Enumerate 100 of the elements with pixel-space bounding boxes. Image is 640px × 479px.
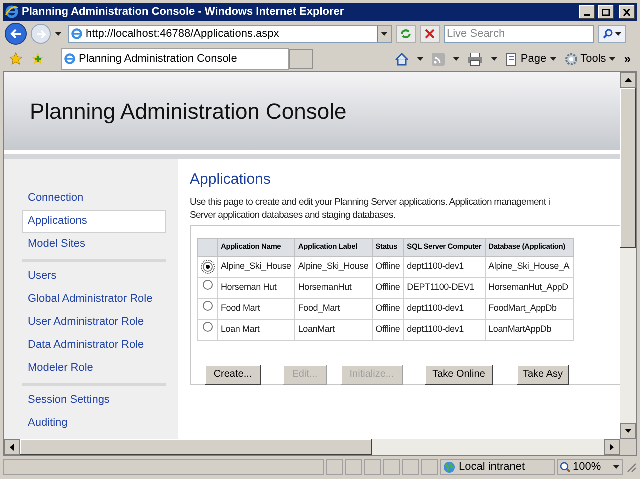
status-pane bbox=[383, 459, 400, 475]
table-cell: Alpine_Ski_House_A bbox=[485, 256, 574, 277]
action-button[interactable]: Create... bbox=[205, 364, 261, 384]
sidebar-link[interactable]: Data Administrator Role bbox=[22, 334, 166, 357]
sidebar-link[interactable]: Global Administrator Role bbox=[22, 288, 166, 311]
zoom-control[interactable]: 100% bbox=[557, 459, 623, 475]
close-icon bbox=[623, 8, 631, 16]
scroll-thumb[interactable] bbox=[620, 88, 636, 248]
home-icon[interactable] bbox=[394, 52, 409, 66]
table-cell: Offline bbox=[372, 256, 404, 277]
search-button[interactable] bbox=[598, 25, 626, 43]
table-cell: HorsemanHut bbox=[294, 277, 372, 298]
minimize-button[interactable] bbox=[579, 5, 595, 19]
row-radio[interactable] bbox=[202, 301, 212, 312]
star-icon[interactable] bbox=[9, 52, 23, 66]
left-arrow-icon bbox=[10, 444, 14, 450]
table-cell: Horseman Hut bbox=[218, 277, 295, 298]
tab-label: Planning Administration Console bbox=[79, 52, 238, 67]
browser-tab[interactable]: Planning Administration Console bbox=[61, 48, 289, 70]
table-cell: Offline bbox=[372, 319, 404, 340]
table-cell: dept1100-dev1 bbox=[404, 298, 486, 319]
table-cell: Alpine_Ski_House bbox=[218, 256, 295, 277]
close-button[interactable] bbox=[619, 5, 635, 19]
address-field[interactable]: http://localhost:46788/Applications.aspx bbox=[68, 25, 392, 43]
table-cell: Loan Mart bbox=[218, 319, 295, 340]
window-title: Planning Administration Console - Windows Internet Explorer bbox=[22, 4, 346, 20]
up-arrow-icon bbox=[624, 78, 632, 82]
zoom-icon bbox=[560, 462, 571, 472]
security-zone[interactable]: Local intranet bbox=[440, 459, 555, 475]
sidebar-link[interactable]: Modeler Role bbox=[22, 357, 166, 380]
status-pane bbox=[345, 459, 362, 475]
caret-icon[interactable] bbox=[613, 465, 620, 469]
dropdown-caret-icon[interactable] bbox=[381, 32, 388, 36]
description-line: Server application databases and staging databases. bbox=[190, 208, 396, 222]
right-arrow-icon bbox=[610, 444, 614, 450]
sidebar-link[interactable]: Applications bbox=[22, 210, 166, 233]
vertical-scrollbar[interactable] bbox=[620, 72, 636, 439]
tools-menu[interactable]: Tools bbox=[564, 50, 616, 68]
document-icon bbox=[506, 52, 518, 66]
more-commands-button[interactable]: » bbox=[624, 53, 631, 65]
table-cell: dept1100-dev1 bbox=[404, 319, 486, 340]
row-radio[interactable] bbox=[202, 262, 212, 272]
sidebar-link[interactable]: Auditing bbox=[22, 412, 166, 435]
down-arrow-icon bbox=[624, 429, 632, 433]
table-cell: Food_Mart bbox=[294, 298, 372, 319]
printer-icon[interactable] bbox=[468, 52, 483, 66]
table-cell: Offline bbox=[372, 277, 404, 298]
scrollbar-corner bbox=[620, 439, 636, 455]
status-pane bbox=[364, 459, 381, 475]
row-radio[interactable] bbox=[202, 322, 212, 332]
table-header-cell bbox=[198, 238, 218, 256]
caret-icon[interactable] bbox=[550, 57, 557, 61]
sidebar-link[interactable]: Session Settings bbox=[22, 389, 166, 412]
left-arrow-icon bbox=[10, 29, 22, 39]
stop-button[interactable] bbox=[420, 25, 440, 43]
status-pane bbox=[421, 459, 438, 475]
description-line: Use this page to create and edit your Planning Server applications. Application management i bbox=[190, 196, 550, 208]
table-cell: Offline bbox=[372, 298, 404, 319]
table-cell: HorsemanHut_AppD bbox=[485, 277, 574, 298]
action-button[interactable]: Take Asy bbox=[517, 364, 569, 384]
search-field[interactable]: Live Search bbox=[444, 25, 594, 43]
maximize-icon bbox=[602, 8, 610, 16]
sidebar-link[interactable]: User Administrator Role bbox=[22, 311, 166, 334]
scroll-left-button[interactable] bbox=[4, 439, 20, 455]
scroll-right-button[interactable] bbox=[604, 439, 620, 455]
page-menu[interactable]: Page bbox=[506, 50, 557, 68]
gear-icon bbox=[564, 52, 578, 66]
caret-icon[interactable] bbox=[609, 57, 616, 61]
scroll-down-button[interactable] bbox=[620, 423, 636, 439]
close-icon bbox=[425, 29, 435, 39]
table-cell: Alpine_Ski_House bbox=[294, 256, 372, 277]
page-icon bbox=[64, 53, 76, 65]
status-pane bbox=[402, 459, 419, 475]
globe-icon bbox=[443, 460, 456, 474]
table-cell: dept1100-dev1 bbox=[404, 256, 486, 277]
caret-icon[interactable] bbox=[416, 57, 424, 61]
back-button[interactable] bbox=[5, 23, 27, 45]
scroll-thumb[interactable] bbox=[20, 439, 372, 455]
caret-icon[interactable] bbox=[490, 57, 498, 61]
address-dropdown-button[interactable] bbox=[377, 26, 391, 42]
scroll-up-button[interactable] bbox=[620, 72, 636, 88]
caret-icon[interactable] bbox=[614, 32, 622, 36]
table-cell: FoodMart_AppDb bbox=[485, 298, 574, 319]
maximize-button[interactable] bbox=[598, 5, 614, 19]
refresh-button[interactable] bbox=[396, 25, 416, 43]
row-radio[interactable] bbox=[202, 280, 212, 290]
resize-grip-icon[interactable] bbox=[625, 461, 637, 473]
horizontal-scrollbar[interactable] bbox=[4, 439, 620, 455]
sidebar-link[interactable]: Connection bbox=[22, 187, 166, 210]
table-cell: Food Mart bbox=[218, 298, 295, 319]
sidebar-link[interactable]: Users bbox=[22, 265, 166, 288]
sidebar-link[interactable]: Model Sites bbox=[22, 233, 166, 256]
add-star-icon[interactable] bbox=[31, 52, 45, 66]
page-icon bbox=[71, 28, 83, 40]
history-caret-icon[interactable] bbox=[55, 32, 62, 36]
browser-logo-icon bbox=[5, 5, 19, 19]
caret-icon[interactable] bbox=[452, 57, 460, 61]
right-arrow-icon bbox=[36, 30, 46, 38]
banner-title: Planning Administration Console bbox=[30, 98, 347, 126]
action-button[interactable]: Take Online bbox=[425, 364, 493, 384]
